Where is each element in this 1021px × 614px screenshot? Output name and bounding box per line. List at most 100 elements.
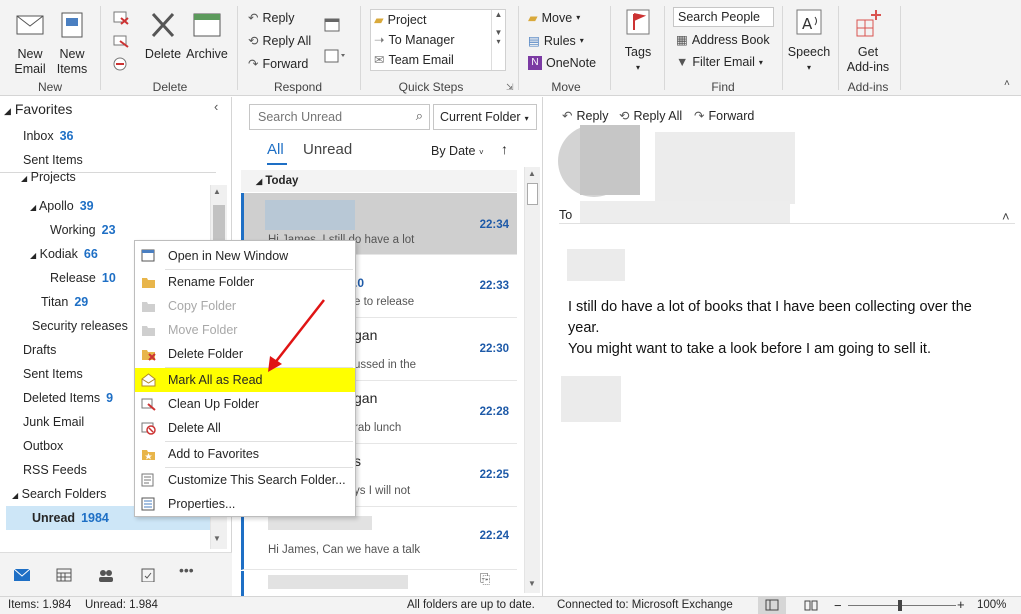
menu-properties[interactable]: Properties... xyxy=(135,492,355,516)
mail-icon[interactable] xyxy=(13,568,31,582)
calendar-icon[interactable] xyxy=(55,568,73,582)
get-addins-button[interactable]: Get Add-ins xyxy=(842,8,894,75)
group-label-move: Move xyxy=(551,80,581,94)
unread-count: 1984 xyxy=(81,511,109,525)
menu-delete-all[interactable]: Delete All xyxy=(135,416,355,440)
addins-icon xyxy=(856,10,881,37)
rules-label: Rules xyxy=(543,33,576,48)
expand-icon: ◢ xyxy=(21,174,28,183)
collapse-icon: ◢ xyxy=(256,177,263,186)
new-window-icon xyxy=(141,249,155,262)
zoom-in-icon[interactable]: + xyxy=(957,597,965,612)
sort-direction-icon[interactable]: ↑ xyxy=(501,141,508,157)
zoom-slider[interactable] xyxy=(848,605,956,606)
more-modules-icon[interactable]: ••• xyxy=(179,562,194,578)
folder-inbox[interactable]: Inbox 36 xyxy=(0,124,216,148)
message-list-scrollbar[interactable]: ▲ ▼ xyxy=(524,167,540,593)
folder-working-label: Working xyxy=(50,223,96,237)
scroll-up-icon[interactable]: ▲ xyxy=(213,187,221,196)
tab-all[interactable]: All xyxy=(267,141,284,158)
more-respond-icon[interactable] xyxy=(324,48,346,64)
meeting-icon[interactable] xyxy=(324,17,340,33)
zoom-level[interactable]: 100% xyxy=(977,599,1006,611)
reply-button[interactable]: ↶ Reply xyxy=(248,10,294,26)
folder-search-folders-label: Search Folders xyxy=(21,487,107,501)
tags-button[interactable]: Tags ▾ xyxy=(618,8,658,75)
menu-clean-up-folder[interactable]: Clean Up Folder xyxy=(135,392,355,416)
reading-reply-all-button[interactable]: ⟲ Reply All xyxy=(619,108,682,124)
folder-sent-items[interactable]: Sent Items xyxy=(0,148,216,172)
tasks-icon[interactable] xyxy=(139,568,157,582)
new-email-button[interactable]: New Email xyxy=(8,10,52,77)
delete-icon xyxy=(151,12,175,38)
dialog-launcher-icon[interactable]: ⇲ xyxy=(506,82,514,93)
group-label-new: New xyxy=(37,80,62,94)
filter-email-button[interactable]: ▼ Filter Email ▾ xyxy=(676,55,763,69)
group-header-today[interactable]: ◢ Today xyxy=(241,170,517,192)
quickstep-to-manager[interactable]: ➝ To Manager xyxy=(374,32,455,48)
search-input[interactable] xyxy=(258,106,408,128)
people-icon[interactable] xyxy=(97,568,115,582)
reading-reply-button[interactable]: ↶ Reply xyxy=(562,108,608,124)
onenote-button[interactable]: N OneNote xyxy=(528,56,596,70)
recipient-redacted xyxy=(580,201,790,223)
to-label: To xyxy=(559,208,573,222)
folder-working[interactable]: Working 23 xyxy=(0,218,216,242)
status-items: Items: 1.984 xyxy=(8,599,72,611)
zoom-slider-thumb[interactable] xyxy=(898,600,902,611)
quickstep-team-email[interactable]: ✉ Team Email xyxy=(374,52,454,68)
menu-item-label: Delete All xyxy=(168,421,221,435)
favorites-header[interactable]: ◢ Favorites xyxy=(4,101,72,117)
body-line: You might want to take a look before I a… xyxy=(568,341,931,357)
unread-count: 66 xyxy=(83,247,98,261)
collapse-header-icon[interactable]: ˄ xyxy=(1002,209,1010,224)
clean-up-icon[interactable] xyxy=(112,33,130,49)
message-row[interactable]: ⎘ xyxy=(241,571,517,597)
message-preview: rab lunch xyxy=(354,422,402,434)
junk-icon[interactable] xyxy=(112,56,130,72)
message-row[interactable]: 22:24 Hi James, Can we have a talk xyxy=(241,508,517,570)
scroll-down-icon[interactable]: ▼ xyxy=(528,579,536,588)
scroll-thumb[interactable] xyxy=(527,183,538,205)
search-scope-dropdown[interactable]: Current Folder ▾ xyxy=(433,104,537,130)
speech-label: Speech xyxy=(787,45,831,59)
unread-count: 10 xyxy=(101,271,116,285)
expand-icon: ◢ xyxy=(30,203,37,212)
quick-steps-scroll[interactable]: ▲ ▼ ▾ xyxy=(491,10,505,70)
menu-customize-search-folder[interactable]: Customize This Search Folder... xyxy=(135,468,355,492)
search-box[interactable]: ⌕ xyxy=(249,104,430,130)
reading-forward-button[interactable]: ↷ Forward xyxy=(694,108,754,124)
search-people-input[interactable]: Search People xyxy=(673,7,774,27)
reading-view-icon[interactable] xyxy=(804,599,818,611)
forward-button[interactable]: ↷ Forward xyxy=(248,56,308,72)
reply-all-button[interactable]: ⟲ Reply All xyxy=(248,33,311,49)
rules-button[interactable]: ▤ Rules ▾ xyxy=(528,33,584,49)
group-label-respond: Respond xyxy=(273,80,323,94)
ignore-icon[interactable] xyxy=(112,10,130,26)
tab-unread[interactable]: Unread xyxy=(303,141,352,158)
quick-steps-gallery[interactable]: ▰ Project ➝ To Manager ✉ Team Email ▲ ▼ ▾ xyxy=(370,9,506,71)
collapse-ribbon-icon[interactable]: ˄ xyxy=(1004,78,1010,89)
zoom-out-icon[interactable]: − xyxy=(834,598,842,613)
search-scope-label: Current Folder xyxy=(440,110,521,124)
scroll-down-icon[interactable]: ▼ xyxy=(213,534,221,543)
menu-open-new-window[interactable]: Open in New Window xyxy=(135,244,355,268)
delete-button[interactable]: Delete xyxy=(143,10,183,62)
body-line: I still do have a lot of books that I ha… xyxy=(568,299,972,315)
folder-projects[interactable]: ◢ Projects xyxy=(0,171,216,185)
address-book-button[interactable]: ▦ Address Book xyxy=(676,32,770,48)
move-button[interactable]: ▰ Move ▾ xyxy=(528,10,580,26)
svg-text:A: A xyxy=(802,15,813,33)
menu-add-to-favorites[interactable]: Add to Favorites xyxy=(135,442,355,466)
menu-rename-folder[interactable]: Rename Folder xyxy=(135,270,355,294)
speech-button[interactable]: A Speech ▾ xyxy=(786,8,832,75)
folder-apollo[interactable]: ◢ Apollo 39 xyxy=(0,194,216,218)
scroll-up-icon[interactable]: ▲ xyxy=(528,169,536,178)
new-items-button[interactable]: New Items xyxy=(52,10,92,77)
minimize-pane-icon[interactable]: ‹ xyxy=(214,99,218,114)
delete-all-icon xyxy=(141,422,156,435)
sort-dropdown[interactable]: By Date ˅ xyxy=(431,144,484,158)
archive-button[interactable]: Archive xyxy=(184,10,230,62)
search-icon[interactable]: ⌕ xyxy=(416,108,423,124)
quickstep-project[interactable]: ▰ Project xyxy=(374,12,427,28)
